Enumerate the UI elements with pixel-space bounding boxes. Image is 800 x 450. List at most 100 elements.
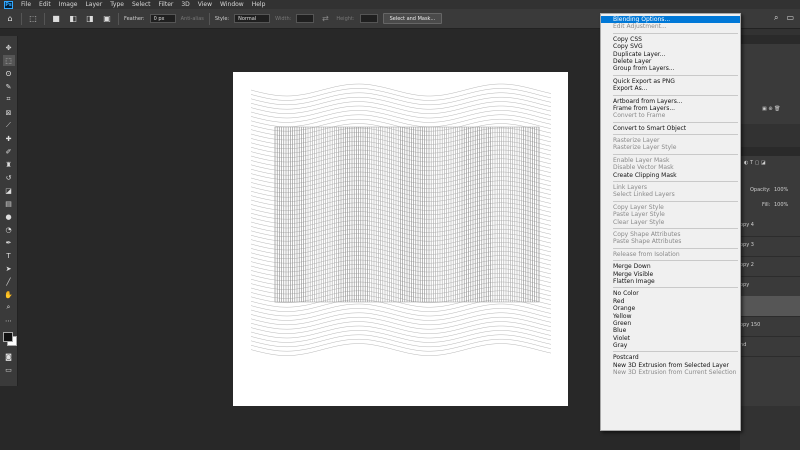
menu-edit[interactable]: Edit: [35, 1, 55, 8]
height-label: Height:: [336, 15, 355, 22]
menu-item-no-color[interactable]: No Color: [601, 290, 740, 297]
frame-tool-icon[interactable]: ⊠: [3, 107, 15, 118]
crop-tool-icon[interactable]: ⌗: [3, 94, 15, 105]
menu-item-duplicate-layer[interactable]: Duplicate Layer...: [601, 51, 740, 58]
more-tools-icon[interactable]: ⋯: [3, 315, 15, 326]
menu-item-blending-options[interactable]: Blending Options...: [601, 16, 740, 24]
menu-item-orange[interactable]: Orange: [601, 305, 740, 312]
menu-image[interactable]: Image: [55, 1, 82, 8]
wave-line: [250, 114, 552, 128]
layer-row[interactable]: [740, 296, 800, 317]
menu-item-frame-from-layers[interactable]: Frame from Layers...: [601, 105, 740, 112]
layer-row[interactable]: nd: [740, 336, 800, 357]
marquee-preset-icon[interactable]: ⬚: [27, 13, 39, 25]
menu-item-merge-down[interactable]: Merge Down: [601, 263, 740, 270]
menu-item-convert-to-smart-object[interactable]: Convert to Smart Object: [601, 125, 740, 132]
antialias-checkbox[interactable]: Anti-alias: [181, 16, 204, 22]
eyedropper-tool-icon[interactable]: ⟋: [3, 120, 15, 131]
menu-separator: [613, 153, 738, 155]
layer-row[interactable]: opy 4: [740, 216, 800, 237]
menu-item-new-3d-extrusion-from-selected-layer[interactable]: New 3D Extrusion from Selected Layer: [601, 362, 740, 369]
menu-item-yellow[interactable]: Yellow: [601, 313, 740, 320]
zoom-tool-icon[interactable]: ⌕: [3, 302, 15, 313]
lasso-tool-icon[interactable]: ʘ: [3, 68, 15, 79]
layer-row[interactable]: opy 150: [740, 316, 800, 337]
marquee-tool-icon[interactable]: ⬚: [2, 55, 15, 66]
menu-type[interactable]: Type: [106, 1, 128, 8]
eraser-tool-icon[interactable]: ◪: [3, 185, 15, 196]
width-input[interactable]: [296, 14, 315, 23]
menu-separator: [613, 181, 738, 183]
menu-item-artboard-from-layers[interactable]: Artboard from Layers...: [601, 98, 740, 105]
layer-filter-icons[interactable]: ◐ T ▢ ◪: [744, 160, 766, 166]
menu-item-green[interactable]: Green: [601, 320, 740, 327]
options-right-icons: ⌕ ▭: [774, 13, 794, 23]
foreground-color-swatch[interactable]: [2, 332, 13, 342]
panel-footer-icons: ▣ ⊕ 🗑: [762, 106, 781, 112]
home-icon[interactable]: ⌂: [4, 13, 16, 25]
document-canvas[interactable]: [233, 72, 568, 406]
gradient-tool-icon[interactable]: ▤: [3, 198, 15, 209]
wave-line: [250, 321, 552, 334]
menu-item-blue[interactable]: Blue: [601, 327, 740, 334]
new-selection-icon[interactable]: ■: [50, 13, 62, 25]
move-tool-icon[interactable]: ✥: [3, 42, 15, 53]
menu-help[interactable]: Help: [248, 1, 270, 8]
feather-input[interactable]: 0 px: [149, 14, 176, 23]
clone-stamp-icon[interactable]: ♜: [3, 159, 15, 170]
menu-select[interactable]: Select: [128, 1, 155, 8]
menu-filter[interactable]: Filter: [155, 1, 178, 8]
type-tool-icon[interactable]: T: [3, 250, 15, 261]
workspace-icon[interactable]: ▭: [786, 13, 794, 23]
line-tool-icon[interactable]: ╱: [3, 276, 15, 287]
dodge-tool-icon[interactable]: ◔: [3, 224, 15, 235]
menu-file[interactable]: File: [17, 1, 35, 8]
search-icon[interactable]: ⌕: [774, 13, 778, 23]
intersect-selection-icon[interactable]: ▣: [101, 13, 113, 25]
menu-item-release-from-isolation: Release from Isolation: [613, 250, 680, 258]
opacity-value[interactable]: 100%: [774, 187, 788, 193]
add-to-selection-icon[interactable]: ◧: [67, 13, 79, 25]
menu-layer[interactable]: Layer: [81, 1, 106, 8]
select-and-mask-button[interactable]: Select and Mask...: [382, 13, 443, 24]
layer-row[interactable]: opy: [740, 276, 800, 297]
subtract-selection-icon[interactable]: ◨: [84, 13, 96, 25]
quick-mask-icon[interactable]: ◙: [3, 351, 15, 362]
swap-icon[interactable]: ⇄: [319, 13, 331, 25]
menu-view[interactable]: View: [194, 1, 216, 8]
menu-window[interactable]: Window: [216, 1, 248, 8]
menu-item-flatten-image[interactable]: Flatten Image: [601, 278, 740, 285]
history-brush-icon[interactable]: ↺: [3, 172, 15, 183]
wave-line: [250, 325, 552, 339]
menu-item-quick-export-as-png[interactable]: Quick Export as PNG: [601, 78, 740, 85]
brush-tool-icon[interactable]: ✐: [3, 146, 15, 157]
menu-item-create-clipping-mask[interactable]: Create Clipping Mask: [601, 172, 740, 179]
pen-tool-icon[interactable]: ✒: [3, 237, 15, 248]
menu-item-copy-css[interactable]: Copy CSS: [601, 36, 740, 43]
menu-item-delete-layer[interactable]: Delete Layer: [601, 58, 740, 65]
layer-row[interactable]: opy 2: [740, 256, 800, 277]
screen-mode-icon[interactable]: ▭: [3, 364, 15, 375]
menu-separator: [613, 200, 738, 202]
blur-tool-icon[interactable]: ●: [3, 211, 15, 222]
menu-item-copy-svg[interactable]: Copy SVG: [601, 43, 740, 50]
hand-tool-icon[interactable]: ✋: [3, 289, 15, 300]
menu-item-violet[interactable]: Violet: [601, 335, 740, 342]
healing-brush-icon[interactable]: ✚: [3, 133, 15, 144]
panel-tab-bar: [740, 35, 800, 44]
path-select-icon[interactable]: ➤: [3, 263, 15, 274]
color-swatches[interactable]: [2, 331, 17, 346]
style-select[interactable]: Normal: [234, 14, 271, 23]
menu-item-merge-visible[interactable]: Merge Visible: [601, 271, 740, 278]
height-input[interactable]: [359, 14, 378, 23]
layer-row[interactable]: opy 3: [740, 236, 800, 257]
menu-item-red[interactable]: Red: [601, 298, 740, 305]
menu-3d[interactable]: 3D: [177, 1, 193, 8]
menu-item-export-as[interactable]: Export As...: [601, 85, 740, 92]
menu-item-group-from-layers[interactable]: Group from Layers...: [601, 65, 740, 72]
quick-select-tool-icon[interactable]: ✎: [3, 81, 15, 92]
fill-value[interactable]: 100%: [774, 202, 788, 208]
menu-item-postcard[interactable]: Postcard: [601, 354, 740, 361]
menu-item-rasterize-layer-style: Rasterize Layer Style: [613, 144, 677, 152]
menu-item-gray[interactable]: Gray: [601, 342, 740, 349]
